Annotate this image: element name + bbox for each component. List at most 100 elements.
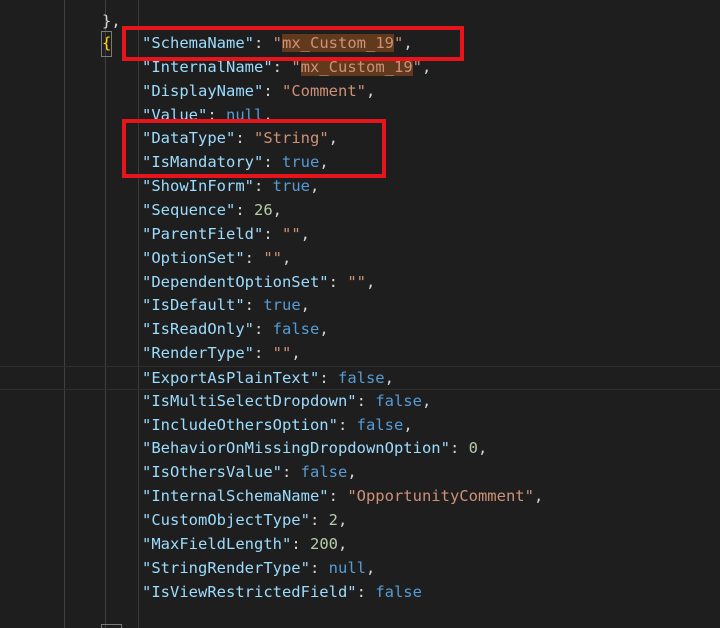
code-line[interactable]: "DisplayName": "Comment", bbox=[0, 80, 720, 104]
code-line[interactable]: "DataType": "String", bbox=[0, 127, 720, 151]
json-value: null bbox=[226, 105, 264, 124]
find-match-highlight: mx_Custom_19 bbox=[300, 57, 413, 76]
json-separator: : bbox=[291, 534, 310, 553]
json-value: 2 bbox=[328, 511, 338, 529]
code-line[interactable]: "StringRenderType": null, bbox=[0, 557, 720, 581]
code-line[interactable]: "IsMandatory": true, bbox=[0, 151, 720, 175]
json-key: "Sequence" bbox=[142, 200, 236, 219]
json-value: "" bbox=[263, 248, 282, 267]
json-comma: , bbox=[282, 248, 292, 267]
code-line[interactable]: "RenderType": "", bbox=[0, 342, 720, 366]
json-value: "" bbox=[282, 224, 301, 243]
json-separator: : bbox=[263, 153, 282, 172]
json-key: "OptionSet" bbox=[142, 248, 245, 267]
json-value: true bbox=[272, 177, 310, 196]
json-value: false bbox=[375, 582, 422, 601]
json-comma: , bbox=[338, 511, 348, 529]
json-comma: , bbox=[328, 129, 338, 148]
code-editor[interactable]: }, { "SchemaName": "mx_Custom_19", "Inter… bbox=[0, 0, 720, 628]
code-line[interactable]: "OptionSet": "", bbox=[0, 247, 720, 271]
json-key: "BehaviorOnMissingDropdownOption" bbox=[142, 439, 450, 458]
json-value: false bbox=[356, 415, 404, 434]
json-value: false bbox=[272, 320, 320, 339]
code-line[interactable]: "Value": null, bbox=[0, 104, 720, 128]
json-key: "CustomObjectType" bbox=[142, 511, 310, 529]
json-key: "StringRenderType" bbox=[142, 558, 310, 577]
json-comma: , bbox=[477, 439, 488, 458]
json-comma: , bbox=[533, 487, 544, 506]
json-key: "DataType" bbox=[142, 129, 236, 148]
json-separator: : bbox=[244, 248, 264, 267]
find-match-highlight: mx_Custom_19 bbox=[282, 34, 394, 52]
json-comma: , bbox=[365, 272, 376, 291]
json-key: "ExportAsPlainText" bbox=[142, 368, 320, 387]
json-separator: : bbox=[253, 320, 273, 339]
json-key: "IsViewRestrictedField" bbox=[142, 582, 357, 601]
json-separator: : bbox=[337, 415, 357, 434]
json-comma: , bbox=[272, 200, 283, 219]
json-comma: , bbox=[403, 415, 413, 434]
json-separator: : bbox=[253, 344, 273, 363]
json-value: false bbox=[300, 463, 348, 482]
code-line[interactable]: "MaxFieldLength": 200, bbox=[0, 533, 720, 557]
code-line[interactable]: }, bbox=[0, 601, 720, 628]
json-key: "ParentField" bbox=[142, 224, 264, 243]
json-key: "IsMandatory" bbox=[142, 153, 264, 172]
json-separator: : bbox=[272, 57, 292, 76]
json-separator: : bbox=[244, 296, 264, 315]
json-key: "InternalName" bbox=[142, 57, 273, 76]
json-key: "IsDefault" bbox=[142, 296, 245, 315]
json-key: "Value" bbox=[142, 105, 208, 124]
json-comma: , bbox=[365, 558, 376, 577]
json-comma: , bbox=[309, 177, 320, 196]
json-key: "ShowInForm" bbox=[142, 177, 254, 196]
json-separator: : bbox=[449, 439, 469, 458]
code-line[interactable]: "SchemaName": "mx_Custom_19", bbox=[0, 32, 720, 56]
json-separator: : bbox=[235, 200, 254, 219]
json-key: "InternalSchemaName" bbox=[142, 487, 329, 506]
json-separator: : bbox=[235, 129, 254, 148]
json-separator: : bbox=[328, 272, 348, 291]
code-line[interactable]: "ShowInForm": true, bbox=[0, 175, 720, 199]
json-comma: , bbox=[366, 81, 376, 100]
code-line[interactable]: "InternalName": "mx_Custom_19", bbox=[0, 56, 720, 80]
code-line[interactable]: "CustomObjectType": 2, bbox=[0, 509, 720, 533]
json-value: null bbox=[328, 558, 366, 577]
json-value: "String" bbox=[254, 129, 329, 148]
json-value: 200 bbox=[309, 534, 338, 553]
json-comma: , bbox=[403, 34, 413, 52]
json-value: "" bbox=[272, 344, 292, 363]
json-comma: , bbox=[384, 368, 394, 387]
json-value: false bbox=[375, 391, 422, 410]
code-line[interactable]: "IsReadOnly": false, bbox=[0, 318, 720, 342]
code-line[interactable]: "IsDefault": true, bbox=[0, 294, 720, 318]
json-separator: : bbox=[263, 224, 282, 243]
code-line[interactable]: "ParentField": "", bbox=[0, 223, 720, 247]
json-key: "IsMultiSelectDropdown" bbox=[142, 391, 357, 410]
code-line[interactable]: "DependentOptionSet": "", bbox=[0, 271, 720, 295]
json-separator: : bbox=[319, 368, 338, 387]
json-comma: , bbox=[422, 57, 432, 76]
code-line[interactable]: "Sequence": 26, bbox=[0, 199, 720, 223]
json-key: "DisplayName" bbox=[142, 81, 264, 100]
json-separator: : bbox=[253, 177, 273, 196]
json-comma: , bbox=[421, 391, 432, 410]
code-line[interactable]: "IsMultiSelectDropdown": false, bbox=[0, 390, 720, 414]
code-line[interactable]: { bbox=[0, 8, 720, 57]
json-key: "MaxFieldLength" bbox=[142, 534, 292, 553]
json-value: false bbox=[337, 368, 385, 387]
json-separator: : bbox=[281, 463, 301, 482]
code-line[interactable]: "BehaviorOnMissingDropdownOption": 0, bbox=[0, 437, 720, 461]
json-separator: : bbox=[328, 487, 348, 506]
json-value: 0 bbox=[468, 439, 478, 458]
json-separator: : bbox=[263, 81, 282, 100]
json-key: "DependentOptionSet" bbox=[142, 272, 329, 291]
json-key: "IsReadOnly" bbox=[142, 320, 254, 339]
json-separator: : bbox=[356, 582, 376, 601]
code-line[interactable]: "InternalSchemaName": "OpportunityCommen… bbox=[0, 485, 720, 509]
code-line[interactable]: "IsOthersValue": false, bbox=[0, 461, 720, 485]
json-key: "RenderType" bbox=[142, 344, 254, 363]
code-line[interactable]: "IncludeOthersOption": false, bbox=[0, 414, 720, 438]
code-line[interactable]: "ExportAsPlainText": false, bbox=[0, 365, 720, 390]
json-separator: : bbox=[309, 511, 329, 529]
